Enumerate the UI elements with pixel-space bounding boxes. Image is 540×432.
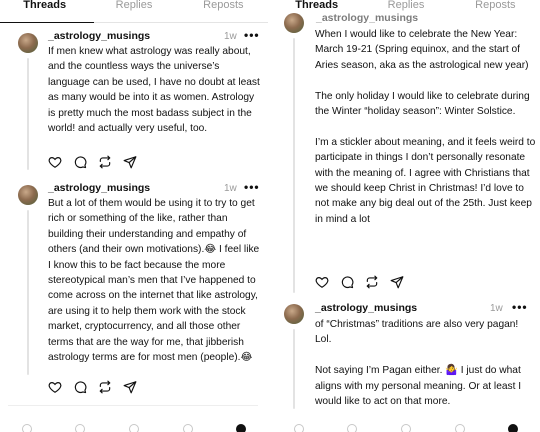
thread-line — [293, 329, 295, 409]
avatar[interactable] — [18, 33, 38, 53]
post-text: of “Christmas” traditions are also very … — [315, 317, 537, 409]
right-panel: Threads Replies Reposts _astrology_musin… — [272, 0, 540, 432]
profile-icon[interactable] — [508, 424, 519, 432]
bottom-divider — [8, 405, 258, 406]
more-options-icon[interactable]: ••• — [512, 300, 528, 314]
post-actions — [48, 155, 137, 169]
post-time: 1w — [224, 183, 237, 194]
post-paragraph: If men knew what astrology was really ab… — [48, 46, 260, 135]
thread-line — [27, 58, 29, 170]
tab-reposts[interactable]: Reposts — [451, 0, 540, 23]
left-panel: Threads Replies Reposts _astrology_musin… — [0, 0, 268, 432]
post-paragraph: But a lot of them would be using it to t… — [48, 198, 260, 364]
post-actions — [48, 380, 137, 394]
active-tab-indicator — [0, 22, 94, 23]
home-icon[interactable] — [21, 424, 32, 432]
post-paragraph: The only holiday I would like to celebra… — [315, 90, 530, 118]
heart-icon[interactable] — [315, 275, 329, 289]
more-options-icon[interactable]: ••• — [244, 180, 260, 194]
comment-icon[interactable] — [73, 380, 87, 394]
repost-icon[interactable] — [365, 275, 379, 289]
post-text: When I would like to celebrate the New Y… — [315, 27, 537, 227]
bottom-nav — [0, 418, 268, 432]
search-icon[interactable] — [347, 424, 358, 432]
comment-icon[interactable] — [340, 275, 354, 289]
profile-tabs: Threads Replies Reposts — [0, 0, 268, 23]
share-icon[interactable] — [390, 275, 404, 289]
post-paragraph: of “Christmas” traditions are also very … — [315, 319, 519, 346]
repost-icon[interactable] — [98, 155, 112, 169]
activity-icon[interactable] — [182, 424, 193, 432]
post-time: 1w — [224, 31, 237, 42]
repost-icon[interactable] — [98, 380, 112, 394]
search-icon[interactable] — [75, 424, 86, 432]
tab-reposts[interactable]: Reposts — [179, 0, 268, 23]
tab-replies[interactable]: Replies — [89, 0, 178, 23]
post-author[interactable]: _astrology_musings — [48, 30, 150, 42]
tab-threads[interactable]: Threads — [0, 0, 89, 23]
post-author[interactable]: _astrology_musings — [315, 302, 417, 314]
post-author[interactable]: _astrology_musings — [316, 12, 418, 24]
avatar[interactable] — [284, 304, 304, 324]
thread-line — [27, 210, 29, 375]
home-icon[interactable] — [293, 424, 304, 432]
more-options-icon[interactable]: ••• — [244, 28, 260, 42]
compose-icon[interactable] — [128, 424, 139, 432]
post-paragraph: When I would like to celebrate the New Y… — [315, 29, 529, 71]
post-text: If men knew what astrology was really ab… — [48, 44, 262, 136]
bottom-nav — [272, 418, 540, 432]
heart-icon[interactable] — [48, 155, 62, 169]
compose-icon[interactable] — [400, 424, 411, 432]
post-text: But a lot of them would be using it to t… — [48, 196, 262, 365]
thread-line — [293, 38, 295, 293]
share-icon[interactable] — [123, 380, 137, 394]
heart-icon[interactable] — [48, 380, 62, 394]
avatar[interactable] — [18, 185, 38, 205]
post-paragraph: Not saying I’m Pagan either. 🤷‍♀️ I just… — [315, 365, 522, 408]
share-icon[interactable] — [123, 155, 137, 169]
post-author[interactable]: _astrology_musings — [48, 182, 150, 194]
post-paragraph: I’m a stickler about meaning, and it fee… — [315, 136, 536, 225]
post-actions — [315, 275, 404, 289]
avatar[interactable] — [284, 13, 304, 33]
post-time: 1w — [490, 303, 503, 314]
profile-icon[interactable] — [236, 424, 247, 432]
activity-icon[interactable] — [454, 424, 465, 432]
comment-icon[interactable] — [73, 155, 87, 169]
